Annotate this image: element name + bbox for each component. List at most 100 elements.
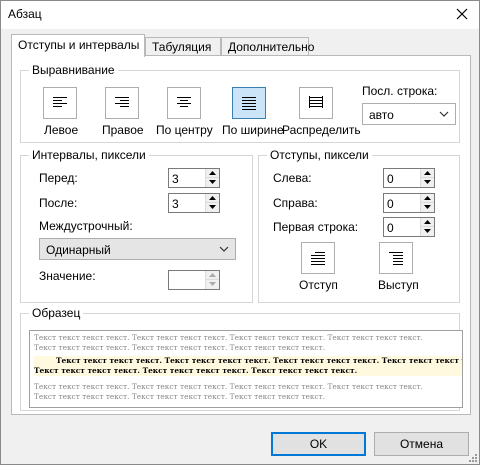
- tab-advanced[interactable]: Дополнительно: [221, 37, 314, 56]
- spin-down-button[interactable]: [421, 203, 434, 212]
- spin-up-button[interactable]: [206, 169, 219, 178]
- spin-down-button[interactable]: [421, 178, 434, 187]
- spacing-after-label: После:: [39, 196, 78, 210]
- sample-next-paragraph: Текст текст текст текст. Текст текст тек…: [34, 382, 458, 402]
- first-line-value: 0: [387, 221, 394, 235]
- indent-left-value: 0: [387, 172, 394, 186]
- spin-up-button[interactable]: [421, 169, 434, 178]
- sample-group-label: Образец: [29, 306, 84, 320]
- outdent-button-label[interactable]: Выступ: [378, 278, 419, 292]
- spacing-after-spinner[interactable]: 3: [168, 193, 220, 213]
- indents-group: Отступы, пиксели Слева: 0 Справа: 0 Перв…: [258, 148, 460, 303]
- distribute-button[interactable]: [299, 87, 333, 119]
- arrow-down-icon: [209, 205, 216, 209]
- align-center-button[interactable]: [167, 87, 201, 119]
- arrow-up-icon: [209, 196, 216, 200]
- line-spacing-label: Междустрочный:: [39, 219, 133, 233]
- spin-down-button[interactable]: [206, 203, 219, 212]
- sample-current-paragraph: Текст текст текст текст. Текст текст тек…: [34, 356, 462, 376]
- alignment-group: Выравнивание Левое Правое По центру По ш…: [20, 63, 460, 143]
- sample-line: Текст текст текст текст. Текст текст тек…: [34, 366, 358, 375]
- spinner-arrows: [420, 218, 434, 236]
- spin-up-button[interactable]: [421, 218, 434, 227]
- arrow-down-icon: [424, 229, 431, 233]
- spin-down-button[interactable]: [421, 227, 434, 236]
- cancel-button[interactable]: Отмена: [374, 432, 469, 456]
- chevron-down-icon: [439, 111, 449, 117]
- align-right-button[interactable]: [105, 87, 139, 119]
- title-bar: Абзац: [1, 1, 479, 29]
- indent-left-spinner[interactable]: 0: [383, 168, 435, 188]
- align-justify-icon: [242, 97, 256, 110]
- arrow-up-icon: [424, 220, 431, 224]
- spinner-arrows: [420, 169, 434, 187]
- spacing-after-value: 3: [172, 197, 179, 211]
- spacing-group: Интервалы, пиксели Перед: 3 После: 3 Меж…: [20, 148, 253, 303]
- indents-group-label: Отступы, пиксели: [267, 148, 372, 162]
- align-left-label[interactable]: Левое: [44, 123, 78, 137]
- spinner-arrows: [205, 169, 219, 187]
- line-spacing-select[interactable]: Одинарный: [39, 238, 236, 260]
- align-right-icon: [115, 97, 129, 107]
- indent-button[interactable]: [301, 242, 335, 274]
- line-spacing-value: Одинарный: [46, 243, 111, 257]
- value-label: Значение:: [39, 269, 96, 283]
- tab-panel: Выравнивание Левое Правое По центру По ш…: [11, 55, 471, 415]
- arrow-up-icon: [209, 171, 216, 175]
- spin-up-button[interactable]: [421, 194, 434, 203]
- tab-indents-spacing[interactable]: Отступы и интервалы: [11, 34, 145, 57]
- outdent-button[interactable]: [379, 242, 413, 274]
- indent-icon: [311, 252, 325, 265]
- spacing-before-spinner[interactable]: 3: [168, 168, 220, 188]
- spacing-group-label: Интервалы, пиксели: [29, 148, 149, 162]
- spacing-before-value: 3: [172, 172, 179, 186]
- align-center-icon: [177, 97, 191, 107]
- sample-group: Образец Текст текст текст текст. Текст т…: [20, 306, 463, 411]
- tab-tabulation[interactable]: Табуляция: [145, 37, 221, 56]
- spin-up-button[interactable]: [206, 271, 219, 280]
- indent-button-label[interactable]: Отступ: [299, 278, 338, 292]
- close-button[interactable]: [453, 5, 471, 23]
- align-left-icon: [53, 97, 67, 107]
- arrow-up-icon: [424, 196, 431, 200]
- align-left-button[interactable]: [43, 87, 77, 119]
- arrow-down-icon: [209, 282, 216, 286]
- indent-right-spinner[interactable]: 0: [383, 193, 435, 213]
- distribute-label[interactable]: Распределить: [282, 123, 361, 137]
- value-spinner[interactable]: [168, 270, 220, 290]
- spin-down-button[interactable]: [206, 280, 219, 289]
- last-line-label: Посл. строка:: [362, 84, 438, 98]
- arrow-down-icon: [424, 205, 431, 209]
- indent-left-label: Слева:: [273, 171, 312, 185]
- sample-line: Текст текст текст текст. Текст текст тек…: [34, 343, 326, 352]
- last-line-value: авто: [369, 108, 394, 122]
- resize-grip-icon[interactable]: [467, 452, 477, 462]
- align-right-label[interactable]: Правое: [102, 123, 144, 137]
- close-icon: [456, 8, 468, 20]
- sample-previous-paragraph: Текст текст текст текст. Текст текст тек…: [34, 333, 458, 353]
- spinner-arrows: [205, 271, 219, 289]
- sample-line: Текст текст текст текст. Текст текст тек…: [34, 392, 326, 401]
- sample-line: Текст текст текст текст. Текст текст тек…: [34, 333, 423, 342]
- outdent-icon: [389, 252, 403, 265]
- arrow-down-icon: [209, 180, 216, 184]
- arrow-up-icon: [424, 171, 431, 175]
- last-line-select[interactable]: авто: [362, 103, 456, 125]
- align-center-label[interactable]: По центру: [156, 123, 213, 137]
- spinner-arrows: [205, 194, 219, 212]
- ok-button[interactable]: OK: [271, 432, 366, 456]
- window-title: Абзац: [8, 7, 42, 21]
- spin-down-button[interactable]: [206, 178, 219, 187]
- paragraph-dialog: Абзац Отступы и интервалы Табуляция Допо…: [0, 0, 480, 465]
- sample-line: Текст текст текст текст. Текст текст тек…: [56, 356, 462, 365]
- spinner-arrows: [420, 194, 434, 212]
- arrow-down-icon: [424, 180, 431, 184]
- chevron-down-icon: [219, 246, 229, 252]
- sample-preview: Текст текст текст текст. Текст текст тек…: [29, 330, 463, 408]
- indent-right-value: 0: [387, 197, 394, 211]
- align-justify-button[interactable]: [232, 87, 266, 119]
- align-justify-label[interactable]: По ширине: [222, 123, 284, 137]
- arrow-up-icon: [209, 273, 216, 277]
- spin-up-button[interactable]: [206, 194, 219, 203]
- first-line-spinner[interactable]: 0: [383, 217, 435, 237]
